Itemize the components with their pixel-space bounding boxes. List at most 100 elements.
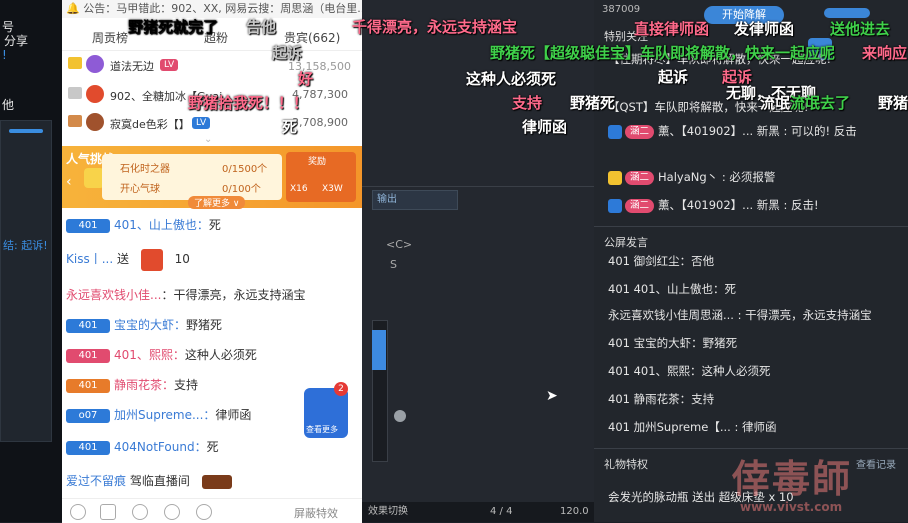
tab-weekly[interactable]: 周贡榜 <box>92 29 128 46</box>
avatar <box>86 85 104 103</box>
knob-icon[interactable] <box>394 410 406 422</box>
public-line: 401 401、山上傲也：死 <box>608 282 737 296</box>
bar-counter: 4 / 4 <box>490 506 513 517</box>
public-line: 401 401、熙熙：这种人必须死 <box>608 364 771 378</box>
divider <box>362 186 594 187</box>
rank-row[interactable]: 寂寞de色彩【】 LV 3,708,900 <box>62 112 362 136</box>
public-line: 401 宝宝的大虾：野猪死 <box>608 336 738 350</box>
danmaku: 野猪死【超级聪佳宝】车队即将解散，快来一起应呢 <box>490 44 836 62</box>
toggle-switch[interactable] <box>824 8 870 18</box>
chat-line: 401 404NotFound：死 <box>66 436 358 458</box>
reward-box[interactable]: 奖励 X16 X3W <box>286 152 356 202</box>
rank-name: 道法无边 <box>110 60 154 73</box>
rank-row[interactable]: 道法无边 LV 13,158,500 <box>62 54 362 78</box>
left-panel: 结: 起诉! <box>0 120 52 442</box>
chevron-down-icon[interactable]: ⌄ <box>204 134 212 145</box>
chat-user[interactable]: 静雨花茶： <box>114 378 174 392</box>
learn-more-button[interactable]: 了解更多 ∨ <box>188 196 246 209</box>
danmaku: 告他 <box>246 18 277 36</box>
public-line: 永远喜欢钱小佳周思涵... : 干得漂亮，永远支持涵宝 <box>608 308 872 322</box>
danmaku: 野猪死就完了 <box>128 18 219 36</box>
chat-user[interactable]: 永远喜欢钱小佳... <box>66 288 161 302</box>
chat-text: 律师函 <box>215 408 252 422</box>
chat-text: 送 <box>116 252 129 266</box>
divider <box>594 226 908 227</box>
left-tag: 结: 起诉! <box>3 239 48 252</box>
reward-label: 奖励 <box>308 157 327 167</box>
crown-icon <box>68 87 82 99</box>
left-text: 他 <box>2 98 15 112</box>
task-progress: 0/100个 <box>222 184 261 195</box>
task-progress: 0/1500个 <box>222 164 268 175</box>
level-badge: 401 <box>66 378 110 393</box>
special-line: 涵二 薰、【401902】... 新黑 : 可以的! 反击 <box>608 120 904 142</box>
progress-bar <box>9 129 43 133</box>
horse-icon <box>201 474 232 489</box>
danmaku: 野猪死 <box>570 94 616 112</box>
effect-switch-label[interactable]: 效果切换 <box>368 502 408 522</box>
more-icon[interactable] <box>196 504 212 520</box>
chat-user[interactable]: 404NotFound： <box>114 440 207 454</box>
more-float-button[interactable]: 2 查看更多 <box>304 382 348 438</box>
level-badge: 401 <box>66 318 110 333</box>
bell-icon: 🔔 <box>66 2 80 15</box>
special-text: 薰、【401902】... 新黑 : 可以的! 反击 <box>658 124 857 138</box>
level-badge: 401 <box>66 218 110 233</box>
chat-text: 这种人必须死 <box>184 348 257 362</box>
left-text: ! <box>2 48 7 62</box>
danmaku: 千得漂亮，永远支持涵宝 <box>352 18 518 36</box>
danmaku: 支持 <box>512 94 543 112</box>
top-value: 387009 <box>602 4 641 15</box>
chat-user[interactable]: 宝宝的大虾： <box>114 318 186 332</box>
fan-badge: 涵二 <box>625 198 655 213</box>
chat-text: 野猪死 <box>186 318 223 332</box>
danmaku: 直接律师函 <box>634 20 710 38</box>
chat-text: 死 <box>206 440 219 454</box>
chat-user[interactable]: 401、熙熙： <box>114 348 185 362</box>
crown-icon <box>68 57 82 69</box>
section-title: 礼物特权 <box>604 458 648 471</box>
notice-text: 公告：马甲错此：902、XX, 网易云搜：周思涵（电台里... <box>83 2 366 15</box>
level-icon <box>608 198 622 213</box>
challenge-banner[interactable]: 人气挑战 ‹ 石化时之器 0/1500个 开心气球 0/100个 奖励 X16 … <box>62 146 362 209</box>
avatar <box>86 55 104 73</box>
view-records-link[interactable]: 查看记录 <box>856 456 896 471</box>
daw-output-header[interactable]: 输出 <box>372 190 458 210</box>
public-line: 401 静雨花茶：支持 <box>608 392 715 406</box>
daw-label[interactable]: <C> <box>386 238 412 251</box>
reward-x1: X16 <box>290 184 308 194</box>
level-badge: 401 <box>66 440 110 455</box>
chat-user[interactable]: Kiss丨... <box>66 252 113 266</box>
tempo-value: 120.0 <box>560 506 589 517</box>
public-line: 401 加州Supreme【... : 律师函 <box>608 420 777 434</box>
game-icon[interactable] <box>164 504 180 520</box>
block-effects-button[interactable]: 屏蔽特效 <box>294 505 338 521</box>
fader-handle[interactable] <box>372 330 386 370</box>
chat-line: 401 宝宝的大虾：野猪死 <box>66 314 358 336</box>
chat-user[interactable]: 401、山上傲也： <box>114 218 209 232</box>
emoji-icon[interactable] <box>70 504 86 520</box>
special-text: HalyaNg丶 : 必须报警 <box>658 170 776 184</box>
gift-icon[interactable] <box>132 504 148 520</box>
chat-user[interactable]: 爱过不留痕 <box>66 474 126 488</box>
cursor-icon: ➤ <box>546 388 558 404</box>
chevron-left-icon[interactable]: ‹ <box>66 174 72 190</box>
danmaku: 律师函 <box>522 118 568 136</box>
left-text: 分享 <box>4 34 29 48</box>
chat-user[interactable]: 加州Supreme...： <box>114 408 215 422</box>
chat-line: 401 401、山上傲也：死 <box>66 214 358 236</box>
banner-progress: 石化时之器 0/1500个 开心气球 0/100个 <box>102 154 282 200</box>
daw-label[interactable]: S <box>390 258 397 271</box>
chat-text: 支持 <box>174 378 199 392</box>
chat-line: 401 401、熙熙：这种人必须死 <box>66 344 358 366</box>
public-line: 401 御剑红尘：否他 <box>608 254 715 268</box>
level-badge: 401 <box>66 348 110 363</box>
level-icon <box>608 170 622 185</box>
message-icon[interactable] <box>100 504 116 520</box>
danmaku: 送他进去 <box>830 20 891 38</box>
chat-line: Kiss丨... 送 10 <box>66 248 358 271</box>
danmaku: 野猪拾我死！！！ <box>188 94 309 112</box>
left-strip: 号 分享 他 ! 结: 起诉! <box>0 0 62 522</box>
danmaku: 这种人必须死 <box>466 70 557 88</box>
danmaku: 流氓 <box>760 94 791 112</box>
